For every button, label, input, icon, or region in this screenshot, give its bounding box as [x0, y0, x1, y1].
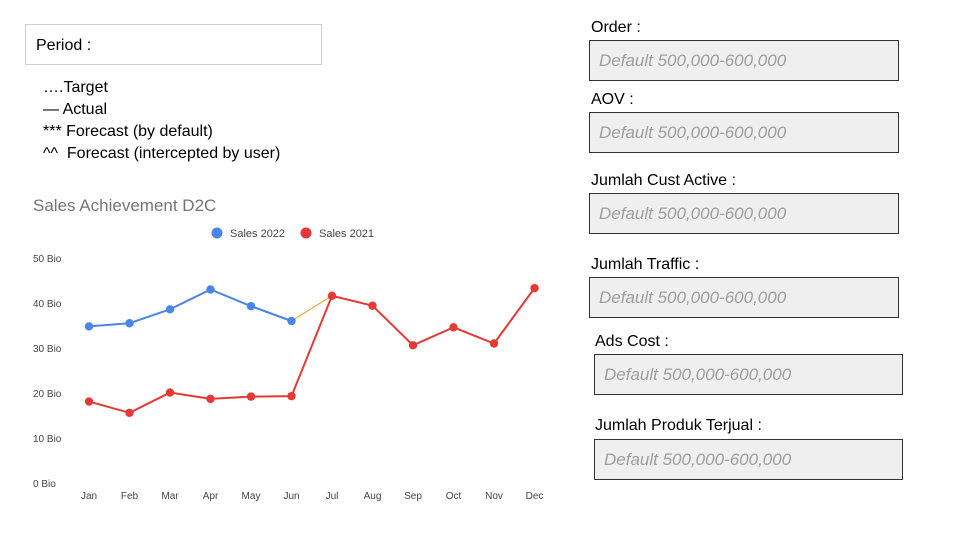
chart-legend: Sales 2022 Sales 2021 — [211, 227, 374, 240]
data-point — [165, 305, 175, 314]
data-point — [125, 319, 134, 328]
x-tick-label: Jul — [326, 491, 339, 502]
traffic-input[interactable] — [589, 277, 899, 318]
data-point — [530, 283, 539, 293]
x-tick-label: Jun — [283, 491, 299, 502]
x-tick-label: Apr — [203, 491, 219, 502]
data-point — [125, 408, 134, 417]
x-tick-label: Feb — [121, 491, 139, 502]
legend-marker-sales-2022 — [211, 227, 223, 239]
data-point — [287, 391, 296, 401]
x-tick-label: May — [242, 491, 261, 502]
y-tick-label: 10 Bio — [33, 434, 62, 445]
x-axis: Jan Feb Mar Apr May Jun Jul Aug Sep Oct Nov Dec — [81, 491, 543, 502]
x-tick-label: Mar — [161, 491, 179, 502]
cust-active-label: Jumlah Cust Active : — [591, 172, 736, 189]
order-label: Order : — [591, 19, 641, 36]
legend-label-sales-2021: Sales 2021 — [319, 228, 374, 240]
data-point — [327, 291, 337, 300]
produk-terjual-input[interactable] — [594, 439, 903, 480]
y-tick-label: 50 Bio — [33, 254, 62, 265]
data-point — [206, 394, 215, 404]
y-tick-label: 20 Bio — [33, 389, 62, 400]
sales-chart: Sales Achievement D2C Sales 2022 Sales 2… — [33, 196, 543, 502]
data-point — [246, 301, 256, 311]
plot-area — [84, 283, 539, 417]
x-tick-label: Dec — [526, 491, 544, 502]
data-point — [449, 323, 458, 332]
legend-notes: ….Target — Actual *** Forecast (by defau… — [43, 77, 280, 165]
data-point — [287, 316, 296, 326]
chart-title: Sales Achievement D2C — [33, 196, 216, 215]
x-tick-label: Oct — [446, 491, 462, 502]
order-input[interactable] — [589, 40, 899, 81]
data-point — [206, 285, 215, 294]
data-point — [489, 339, 499, 348]
series-line-sales-2021 — [88, 287, 536, 414]
x-tick-label: Jan — [81, 491, 97, 502]
data-point — [408, 341, 418, 350]
traffic-label: Jumlah Traffic : — [591, 256, 700, 273]
legend-note-forecast-default: *** Forecast (by default) — [43, 123, 213, 140]
y-tick-label: 0 Bio — [33, 479, 56, 490]
period-label: Period : — [36, 37, 92, 54]
data-point — [84, 397, 94, 406]
aov-input[interactable] — [589, 112, 899, 153]
data-point — [165, 388, 175, 397]
cust-active-input[interactable] — [589, 193, 899, 234]
period-field[interactable]: Period : — [25, 24, 322, 65]
x-tick-label: Aug — [364, 491, 382, 502]
aov-label: AOV : — [591, 91, 634, 108]
ads-cost-label: Ads Cost : — [595, 333, 669, 350]
legend-note-actual: — Actual — [43, 101, 108, 118]
legend-marker-sales-2021 — [300, 227, 312, 239]
legend-note-forecast-intercepted: ^^ Forecast (intercepted by user) — [43, 145, 281, 162]
x-tick-label: Nov — [485, 491, 503, 502]
y-tick-label: 40 Bio — [33, 299, 62, 310]
data-point — [84, 322, 94, 331]
produk-terjual-label: Jumlah Produk Terjual : — [595, 417, 762, 434]
ads-cost-input[interactable] — [594, 354, 903, 395]
legend-label-sales-2022: Sales 2022 — [230, 228, 285, 240]
series-line-sales-2022 — [88, 288, 292, 328]
legend-note-target: ….Target — [43, 79, 108, 96]
data-point — [246, 392, 256, 401]
data-point — [368, 301, 377, 310]
x-tick-label: Sep — [404, 491, 422, 502]
y-tick-label: 30 Bio — [33, 344, 62, 355]
y-axis: 0 Bio 10 Bio 20 Bio 30 Bio 40 Bio 50 Bio — [33, 254, 62, 490]
